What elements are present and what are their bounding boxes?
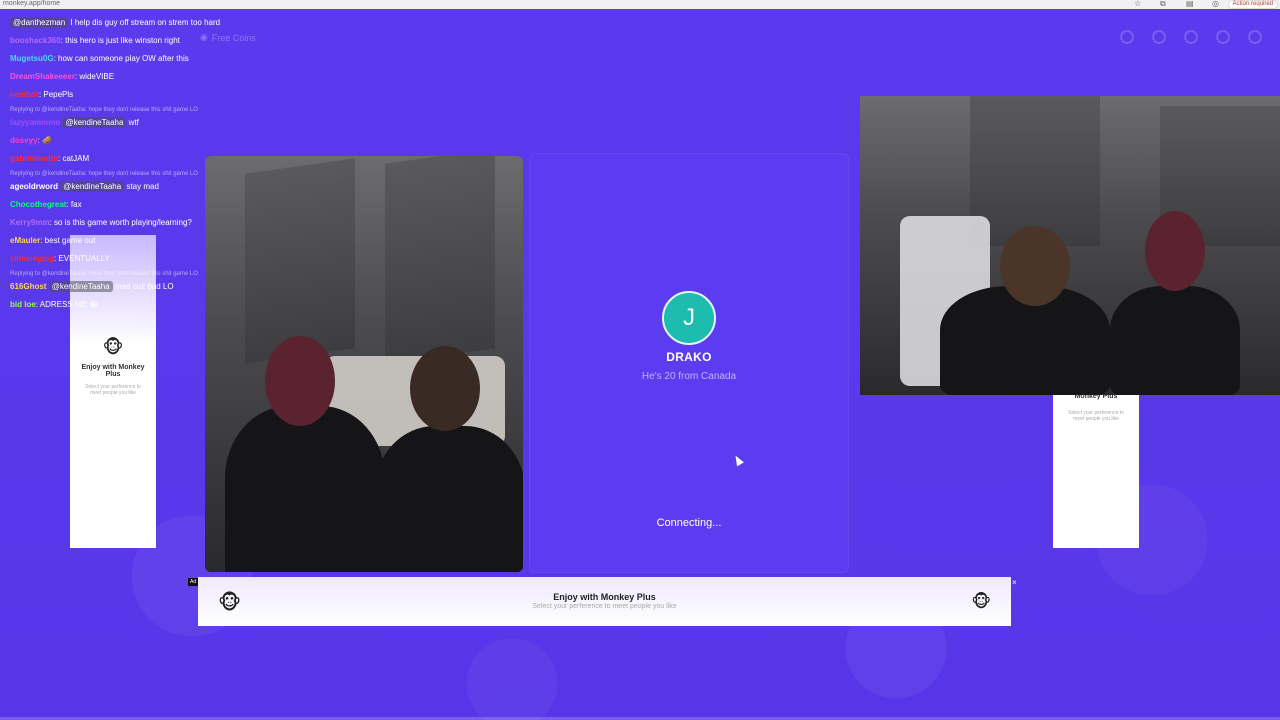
close-ad-button[interactable]: ×	[1012, 578, 1017, 587]
star-icon[interactable]: ☆	[1134, 0, 1142, 8]
top-nav-icons	[1120, 30, 1262, 44]
chat-text: : this hero is just like winston right	[60, 36, 180, 45]
match-description: He's 20 from Canada	[641, 371, 737, 382]
chat-text: stay mad	[126, 182, 159, 191]
chat-text: : EVENTUALLY	[54, 254, 110, 263]
profile-icon[interactable]: ◎	[1212, 0, 1220, 8]
bottom-ad-subtitle: Select your perference to meet people yo…	[532, 603, 677, 610]
chat-message: lazyyammmo @kendineTaaha wtf	[10, 114, 250, 132]
chat-message: 616Ghost @kendineTaaha mad cuz bad LO	[10, 278, 250, 296]
chat-message: DreamShakeeeer: wideVIBE	[10, 68, 250, 86]
chat-text: : 🥔	[37, 136, 52, 145]
chat-text: : catJAM	[58, 154, 90, 163]
chat-username[interactable]: Mugetsu0G	[10, 54, 54, 63]
chat-text: mad cuz bad LO	[114, 282, 174, 291]
left-ad-subtitle: Select your perference to meet people yo…	[85, 384, 141, 396]
address-bar[interactable]: monkey.app/home	[3, 0, 60, 8]
chat-text: : PepePls	[38, 90, 74, 99]
extensions-icon[interactable]: ⧉	[1160, 0, 1168, 8]
match-name: DRAKO	[666, 350, 712, 364]
person	[375, 426, 523, 572]
ad-tag: Ad	[188, 578, 199, 586]
chat-mention: @danthezman	[10, 17, 69, 28]
browser-icons: ☆ ⧉ ▤ ◎	[1134, 0, 1220, 8]
local-video	[205, 156, 523, 572]
bottom-banner-ad[interactable]: 🐵 Enjoy with Monkey Plus Select your per…	[198, 577, 1011, 626]
chat-mention: @kendineTaaha	[60, 181, 125, 192]
chat-username[interactable]: 616Ghost	[10, 282, 46, 291]
sidebar-icon[interactable]: ▤	[1186, 0, 1194, 8]
chat-username[interactable]: bid loe	[10, 300, 36, 309]
chat-username[interactable]: eMauler	[10, 236, 40, 245]
chat-message: bid loe: ADRESS ME 😭	[10, 296, 250, 314]
chat-message: doseyy: 🥔	[10, 132, 250, 150]
chat-username[interactable]: booshack360	[10, 36, 61, 45]
stream-chat: @danthezman I help dis guy off stream on…	[10, 14, 250, 314]
person-head	[1145, 211, 1205, 291]
person-head	[265, 336, 335, 426]
browser-toolbar: monkey.app/home ☆ ⧉ ▤ ◎ Action required	[0, 0, 1280, 9]
connection-status: Connecting...	[656, 517, 722, 529]
chat-message: @danthezman I help dis guy off stream on…	[10, 14, 250, 32]
chat-username[interactable]: venibor	[10, 90, 39, 99]
streamer-webcam	[860, 96, 1280, 395]
chat-message: venibor: PepePls	[10, 86, 250, 104]
chat-username[interactable]: Chocothegreat	[10, 200, 66, 209]
chat-text: : so is this game worth playing/learning…	[49, 218, 192, 227]
person-head	[1000, 226, 1070, 306]
chat-text: : how can someone play OW after this	[53, 54, 189, 63]
person-head	[410, 346, 480, 431]
chat-message: slimeiegpig: EVENTUALLY	[10, 250, 250, 268]
chat-username[interactable]: slimeiegpig	[10, 254, 54, 263]
chat-username[interactable]: doseyy	[10, 136, 38, 145]
chat-mention: @kendineTaaha	[48, 281, 113, 292]
bottom-ad-title: Enjoy with Monkey Plus	[553, 592, 656, 602]
settings-icon[interactable]	[1152, 30, 1166, 44]
monkey-icon: 🐵	[102, 337, 124, 357]
monkey-icon: 🐵	[971, 592, 991, 611]
search-icon[interactable]	[1120, 30, 1134, 44]
chat-username[interactable]: DreamShakeeeer	[10, 72, 75, 81]
chat-message: Kerry9mm: so is this game worth playing/…	[10, 214, 250, 232]
chat-username[interactable]: ageoldrword	[10, 182, 58, 191]
chat-reply-context: Replying to @kendineTaaha: hope they don…	[10, 107, 198, 113]
right-side-ad[interactable]: Monkey Plus Select your perference to me…	[1053, 393, 1139, 548]
chat-username[interactable]: Kerry9mm	[10, 218, 50, 227]
chat-text: I help dis guy off stream on strem too h…	[70, 18, 221, 27]
chat-text: : fax	[66, 200, 82, 209]
chat-message: ageoldrword @kendineTaaha stay mad	[10, 178, 250, 196]
chat-message: Chocothegreat: fax	[10, 196, 250, 214]
chat-text: wtf	[128, 118, 139, 127]
left-ad-title: Enjoy with Monkey Plus	[81, 364, 145, 378]
monkey-icon: 🐵	[218, 592, 242, 614]
chat-message: Mugetsu0G: how can someone play OW after…	[10, 50, 250, 68]
window-blind	[385, 156, 495, 364]
chat-text: : best game out	[40, 236, 96, 245]
chat-text: : ADRESS ME 😭	[35, 300, 99, 309]
match-avatar: J	[662, 291, 716, 345]
match-card: J DRAKO He's 20 from Canada Connecting..…	[529, 153, 849, 573]
right-ad-subtitle: Select your perference to meet people yo…	[1068, 410, 1124, 422]
action-required-button[interactable]: Action required	[1227, 0, 1278, 9]
chat-message: eMauler: best game out	[10, 232, 250, 250]
chat-mention: @kendineTaaha	[62, 117, 127, 128]
person	[1110, 286, 1240, 395]
chat-reply-context: Replying to @kendineTaaha: hope they don…	[10, 171, 198, 177]
person	[225, 406, 385, 572]
profile-icon[interactable]	[1248, 30, 1262, 44]
history-icon[interactable]	[1184, 30, 1198, 44]
chat-icon[interactable]	[1216, 30, 1230, 44]
chat-text: : wideVIBE	[74, 72, 115, 81]
chat-reply-context: Replying to @kendineTaaha: hope they don…	[10, 271, 198, 277]
chat-username[interactable]: gabrielmotta	[10, 154, 58, 163]
chat-username[interactable]: lazyyammmo	[10, 118, 60, 127]
chat-message: booshack360: this hero is just like wins…	[10, 32, 250, 50]
window-blind	[245, 158, 355, 364]
chat-message: gabrielmotta: catJAM	[10, 150, 250, 168]
